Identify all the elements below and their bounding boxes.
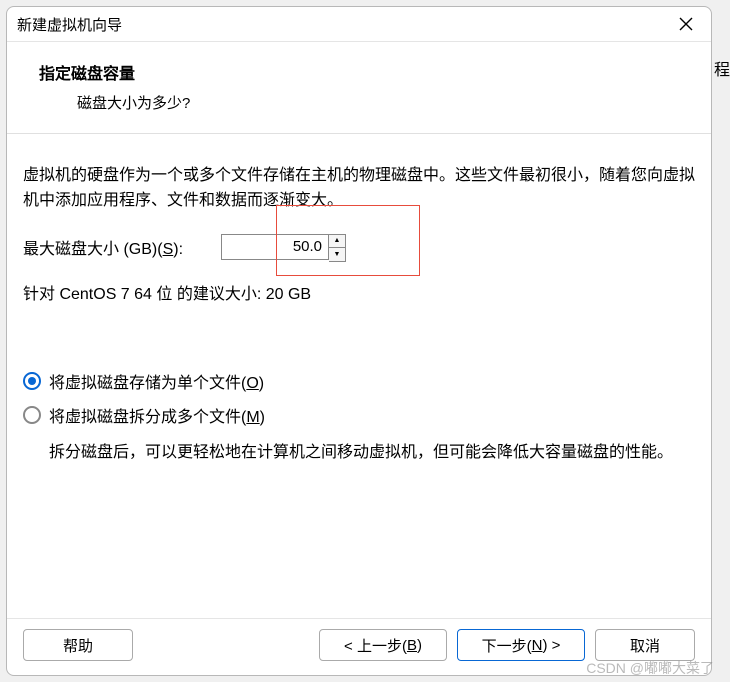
wizard-header: 指定磁盘容量 磁盘大小为多少? xyxy=(7,42,711,134)
next-button[interactable]: 下一步(N) > xyxy=(457,629,585,661)
wizard-content: 虚拟机的硬盘作为一个或多个文件存储在主机的物理磁盘中。这些文件最初很小，随着您向… xyxy=(7,134,711,618)
dialog-title: 新建虚拟机向导 xyxy=(17,14,122,35)
description-text: 虚拟机的硬盘作为一个或多个文件存储在主机的物理磁盘中。这些文件最初很小，随着您向… xyxy=(23,164,695,214)
cancel-button[interactable]: 取消 xyxy=(595,629,695,661)
radio-split-files-label: 将虚拟磁盘拆分成多个文件(M) xyxy=(49,403,265,427)
radio-split-files[interactable] xyxy=(23,406,41,424)
disk-size-label: 最大磁盘大小 (GB)(S): xyxy=(23,235,183,259)
spinner-up-button[interactable]: ▲ xyxy=(329,235,345,248)
disk-size-input[interactable] xyxy=(221,234,329,260)
disk-store-radio-group: 将虚拟磁盘存储为单个文件(O) 将虚拟磁盘拆分成多个文件(M) 拆分磁盘后，可以… xyxy=(23,364,695,466)
spinner-down-button[interactable]: ▼ xyxy=(329,248,345,261)
radio-single-file[interactable] xyxy=(23,372,41,390)
back-button[interactable]: < 上一步(B) xyxy=(319,629,447,661)
close-icon xyxy=(678,16,694,32)
titlebar: 新建虚拟机向导 xyxy=(7,7,711,42)
help-button[interactable]: 帮助 xyxy=(23,629,133,661)
close-button[interactable] xyxy=(673,11,699,37)
disk-size-spinner: ▲ ▼ xyxy=(221,234,346,262)
recommendation-text: 针对 CentOS 7 64 位 的建议大小: 20 GB xyxy=(23,280,695,304)
page-subtitle: 磁盘大小为多少? xyxy=(39,92,695,113)
split-description: 拆分磁盘后，可以更轻松地在计算机之间移动虚拟机，但可能会降低大容量磁盘的性能。 xyxy=(49,440,695,466)
spinner-buttons: ▲ ▼ xyxy=(329,234,346,262)
radio-row-single-file[interactable]: 将虚拟磁盘存储为单个文件(O) xyxy=(23,364,695,398)
radio-single-file-label: 将虚拟磁盘存储为单个文件(O) xyxy=(49,369,264,393)
page-title: 指定磁盘容量 xyxy=(39,60,695,84)
cropped-text-fragment: 程 xyxy=(714,56,730,80)
wizard-footer: 帮助 < 上一步(B) 下一步(N) > 取消 xyxy=(7,618,711,675)
disk-size-row: 最大磁盘大小 (GB)(S): ▲ ▼ xyxy=(23,232,695,262)
wizard-dialog: 新建虚拟机向导 指定磁盘容量 磁盘大小为多少? 虚拟机的硬盘作为一个或多个文件存… xyxy=(6,6,712,676)
radio-row-split-files[interactable]: 将虚拟磁盘拆分成多个文件(M) xyxy=(23,398,695,432)
